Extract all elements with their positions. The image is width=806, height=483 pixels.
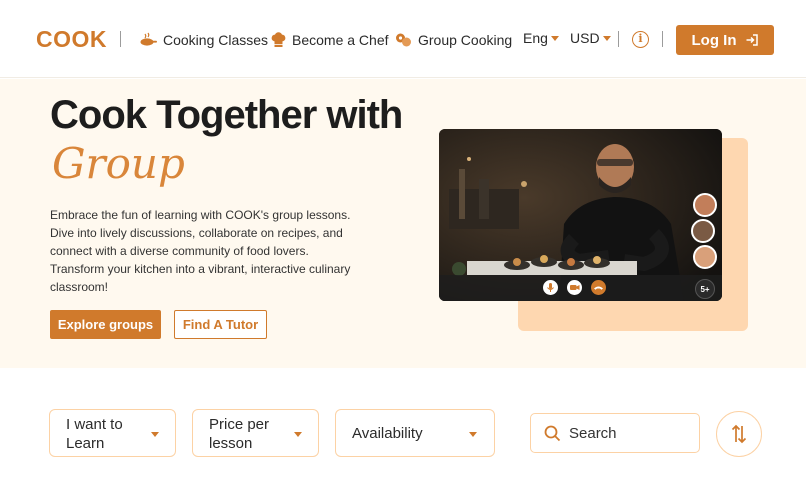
language-select[interactable]: Eng: [523, 30, 559, 46]
filter-label: Price per lesson: [209, 416, 270, 452]
availability-filter-select[interactable]: Availability: [335, 409, 495, 457]
nav-label: Become a Chef: [292, 32, 389, 48]
camera-icon[interactable]: [567, 280, 582, 295]
hero-section: Cook Together with Group Embrace the fun…: [0, 79, 806, 368]
chef-hat-icon: [271, 32, 286, 47]
caret-down-icon: [550, 36, 559, 41]
chef-video-image: 5+: [439, 129, 722, 301]
filter-label: I want to Learn: [66, 416, 123, 452]
currency-select[interactable]: USD: [570, 30, 611, 46]
divider: [618, 31, 619, 47]
group-cooking-icon: [396, 33, 411, 47]
caret-down-icon: [294, 432, 302, 437]
nav-cooking-classes[interactable]: Cooking Classes: [139, 28, 268, 52]
logo[interactable]: COOK: [36, 26, 107, 53]
price-filter-select[interactable]: Price per lesson: [192, 409, 319, 457]
explore-groups-button[interactable]: Explore groups: [50, 310, 161, 339]
avatar[interactable]: [691, 219, 715, 243]
language-value: Eng: [523, 30, 548, 46]
end-call-icon[interactable]: [591, 280, 606, 295]
avatar[interactable]: [693, 245, 717, 269]
search-input[interactable]: [569, 422, 689, 444]
microphone-icon[interactable]: [543, 280, 558, 295]
hero-description: Embrace the fun of learning with COOK's …: [50, 208, 351, 294]
search-box: [530, 413, 700, 453]
find-tutor-button[interactable]: Find A Tutor: [174, 310, 267, 339]
hero-title: Cook Together with: [50, 93, 403, 137]
info-icon[interactable]: i: [632, 31, 649, 48]
caret-down-icon: [469, 432, 477, 437]
search-icon: [544, 425, 561, 442]
nav-become-chef[interactable]: Become a Chef: [271, 28, 389, 52]
login-label: Log In: [691, 31, 737, 49]
filter-label: Availability: [352, 425, 423, 442]
sort-button[interactable]: [716, 411, 762, 457]
cooking-pan-icon: [140, 32, 157, 46]
divider: [662, 31, 663, 47]
nav-label: Cooking Classes: [163, 32, 269, 48]
hero-script-word: Group: [52, 139, 185, 188]
more-participants-badge[interactable]: 5+: [695, 279, 715, 299]
sort-arrows-icon: [731, 424, 747, 444]
login-arrow-icon: [746, 34, 758, 46]
avatar[interactable]: [693, 193, 717, 217]
caret-down-icon: [602, 36, 611, 41]
nav-label: Group Cooking: [418, 32, 513, 48]
login-button[interactable]: Log In: [676, 25, 774, 55]
divider: [120, 31, 121, 47]
currency-value: USD: [570, 30, 600, 46]
header: COOK Cooking Classes Become a Chef Group…: [0, 0, 806, 78]
caret-down-icon: [151, 432, 159, 437]
nav-group-cooking[interactable]: Group Cooking: [395, 28, 512, 52]
learn-filter-select[interactable]: I want to Learn: [49, 409, 176, 457]
